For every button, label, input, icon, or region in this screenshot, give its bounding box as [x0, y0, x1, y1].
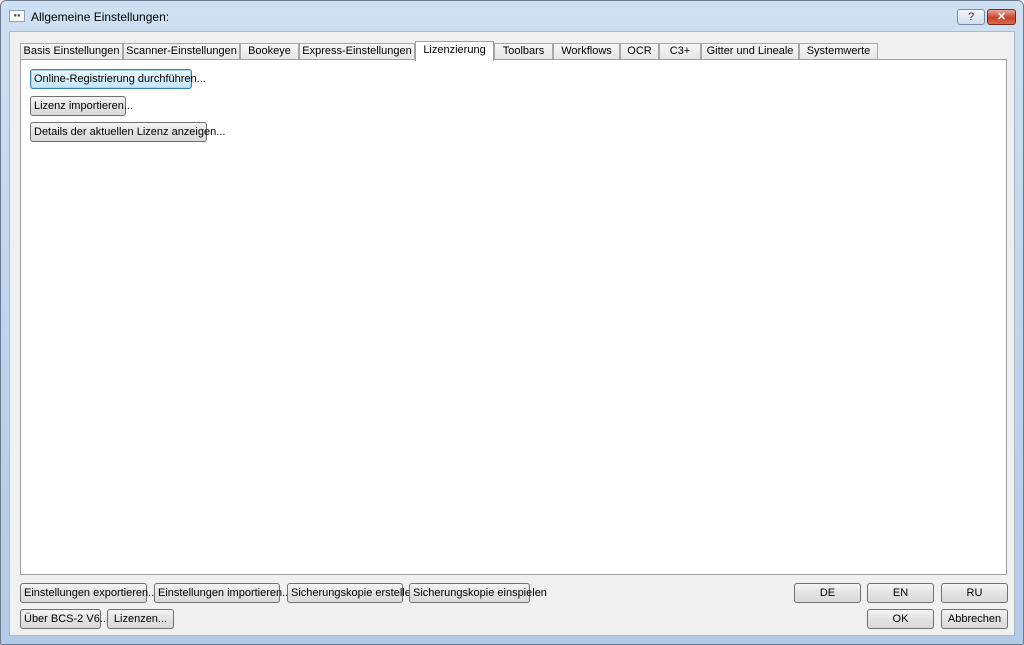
tab-ocr[interactable]: OCR [620, 43, 659, 60]
licenses-button[interactable]: Lizenzen... [107, 609, 174, 629]
import-settings-button[interactable]: Einstellungen importieren... [154, 583, 291, 603]
tab-workflows[interactable]: Workflows [553, 43, 620, 60]
title-bar[interactable]: ▪▪ Allgemeine Einstellungen: ? ✕ [1, 1, 1023, 31]
tab-gitter-und-lineale[interactable]: Gitter und Lineale [701, 43, 799, 60]
app-icon: ▪▪ [9, 10, 25, 22]
about-button[interactable]: Über BCS-2 V6... [20, 609, 109, 629]
create-backup-button[interactable]: Sicherungskopie erstellen [287, 583, 417, 603]
language-en-button[interactable]: EN [867, 583, 934, 603]
tab-systemwerte[interactable]: Systemwerte [799, 43, 878, 60]
online-registration-button[interactable]: Online-Registrierung durchführen... [30, 69, 206, 89]
export-settings-button[interactable]: Einstellungen exportieren... [20, 583, 157, 603]
ok-button[interactable]: OK [867, 609, 934, 629]
licensing-panel: Online-Registrierung durchführen... Lize… [20, 59, 1007, 575]
tab-lizenzierung[interactable]: Lizenzierung [415, 41, 494, 61]
show-license-details-button[interactable]: Details der aktuellen Lizenz anzeigen... [30, 122, 225, 142]
tab-c3-plus[interactable]: C3+ [659, 43, 701, 60]
tab-toolbars[interactable]: Toolbars [494, 43, 553, 60]
settings-dialog: ▪▪ Allgemeine Einstellungen: ? ✕ Basis E… [0, 0, 1024, 645]
restore-backup-button[interactable]: Sicherungskopie einspielen [409, 583, 547, 603]
close-button[interactable]: ✕ [987, 9, 1016, 25]
tab-basis-einstellungen[interactable]: Basis Einstellungen [20, 43, 123, 60]
language-ru-button[interactable]: RU [941, 583, 1008, 603]
help-button[interactable]: ? [957, 9, 985, 25]
dialog-client-area: Basis Einstellungen Scanner-Einstellunge… [9, 31, 1015, 636]
tab-scanner-einstellungen[interactable]: Scanner-Einstellungen [123, 43, 240, 60]
tab-bookeye[interactable]: Bookeye [240, 43, 299, 60]
window-title: Allgemeine Einstellungen: [31, 10, 170, 24]
language-de-button[interactable]: DE [794, 583, 861, 603]
cancel-button[interactable]: Abbrechen [941, 609, 1008, 629]
tab-express-einstellungen[interactable]: Express-Einstellungen [299, 43, 415, 60]
import-license-button[interactable]: Lizenz importieren... [30, 96, 133, 116]
